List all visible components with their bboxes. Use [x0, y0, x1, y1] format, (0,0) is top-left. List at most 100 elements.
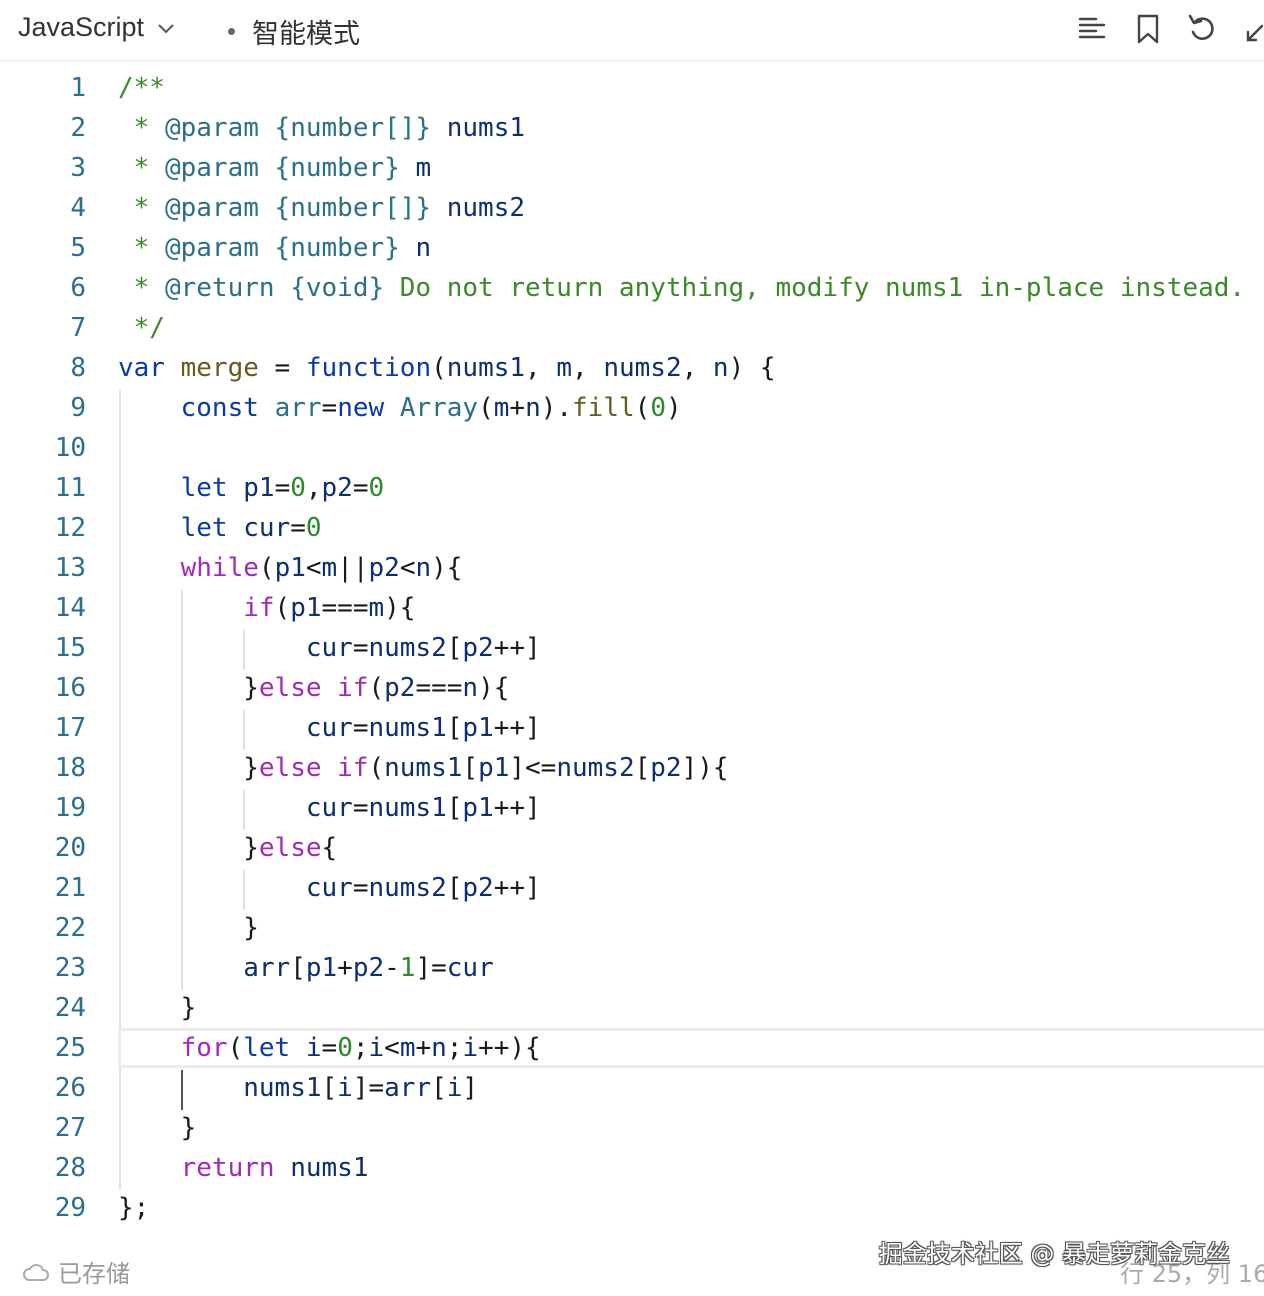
code-token: p1	[290, 593, 322, 623]
code-token: ===	[415, 673, 463, 703]
undo-icon[interactable]	[1186, 12, 1218, 46]
code-token: ]	[525, 713, 541, 743]
code-token: =	[321, 1033, 338, 1063]
code-token: ){	[478, 673, 510, 703]
line-code: while(p1<m||p2<n){	[118, 548, 463, 588]
code-token: ).	[540, 393, 573, 423]
code-token: cur	[446, 953, 494, 983]
code-line[interactable]: 10	[0, 428, 1264, 468]
code-token: =	[431, 953, 447, 983]
code-token: {number}	[274, 153, 400, 183]
code-token: @param	[164, 193, 259, 223]
line-number: 22	[54, 913, 86, 943]
line-code: }	[118, 988, 197, 1028]
code-token: [	[446, 793, 463, 823]
code-line[interactable]: 5 * @param {number} n	[0, 228, 1264, 268]
mode-dot-icon	[228, 28, 235, 35]
code-token: i	[305, 1033, 322, 1063]
code-token: (	[431, 353, 447, 383]
code-line[interactable]: 26 nums1[i]=arr[i]	[0, 1068, 1264, 1108]
code-token: <	[399, 553, 416, 583]
format-icon[interactable]	[1076, 12, 1108, 46]
code-token: <=	[525, 753, 557, 783]
code-line[interactable]: 6 * @return {void} Do not return anythin…	[0, 268, 1264, 308]
code-token: while	[180, 553, 259, 583]
code-line[interactable]: 14 if(p1===m){	[0, 588, 1264, 628]
code-line[interactable]: 12 let cur=0	[0, 508, 1264, 548]
line-code: }else if(nums1[p1]<=nums2[p2]){	[118, 748, 728, 788]
code-token: *	[118, 273, 165, 303]
code-line[interactable]: 28 return nums1	[0, 1148, 1264, 1188]
code-line[interactable]: 25 for(let i=0;i<m+n;i++){	[0, 1028, 1264, 1068]
smart-mode-toggle[interactable]: 智能模式	[228, 12, 360, 51]
code-token: ,	[525, 353, 557, 383]
code-token: @param	[164, 233, 259, 263]
line-number: 2	[70, 113, 86, 143]
line-number: 19	[54, 793, 86, 823]
code-token: [	[462, 753, 479, 783]
language-selector[interactable]: JavaScript	[18, 12, 176, 43]
code-line[interactable]: 23 arr[p1+p2-1]=cur	[0, 948, 1264, 988]
code-token: @return	[164, 273, 275, 303]
code-token: (	[368, 673, 385, 703]
line-number: 1	[70, 73, 86, 103]
expand-icon[interactable]	[1242, 12, 1264, 46]
code-token: *	[118, 153, 165, 183]
line-code: * @param {number} n	[118, 228, 431, 268]
code-token: {void}	[290, 273, 385, 303]
code-line[interactable]: 7 */	[0, 308, 1264, 348]
code-token: else	[258, 833, 322, 863]
code-line[interactable]: 11 let p1=0,p2=0	[0, 468, 1264, 508]
line-code: }else if(p2===n){	[118, 668, 509, 708]
bookmark-icon[interactable]	[1132, 12, 1164, 46]
code-token: p1	[305, 953, 338, 983]
code-token: ) {	[728, 353, 776, 383]
code-line[interactable]: 20 }else{	[0, 828, 1264, 868]
code-line[interactable]: 17 cur=nums1[p1++]	[0, 708, 1264, 748]
code-token: for	[180, 1033, 228, 1063]
line-number: 8	[70, 353, 86, 383]
line-number: 29	[54, 1193, 86, 1223]
code-line[interactable]: 29};	[0, 1188, 1264, 1228]
saved-label: 已存储	[58, 1260, 130, 1288]
code-token: fill	[572, 393, 635, 423]
code-line[interactable]: 24 }	[0, 988, 1264, 1028]
code-token: ++	[478, 1033, 510, 1063]
code-token: <	[305, 553, 322, 583]
code-line[interactable]: 2 * @param {number[]} nums1	[0, 108, 1264, 148]
code-token: nums2	[446, 193, 526, 223]
code-line[interactable]: 15 cur=nums2[p2++]	[0, 628, 1264, 668]
watermark: 掘金技术社区 @ 暴走萝莉金克丝	[878, 1240, 1230, 1268]
code-line[interactable]: 4 * @param {number[]} nums2	[0, 188, 1264, 228]
code-token: nums1	[368, 793, 447, 823]
code-line[interactable]: 22 }	[0, 908, 1264, 948]
code-token: }	[118, 913, 259, 943]
code-token: {number[]}	[274, 193, 432, 223]
code-line[interactable]: 9 const arr=new Array(m+n).fill(0)	[0, 388, 1264, 428]
line-number: 12	[54, 513, 86, 543]
code-line[interactable]: 18 }else if(nums1[p1]<=nums2[p2]){	[0, 748, 1264, 788]
code-line[interactable]: 13 while(p1<m||p2<n){	[0, 548, 1264, 588]
code-line[interactable]: 19 cur=nums1[p1++]	[0, 788, 1264, 828]
line-number: 10	[54, 433, 86, 463]
code-line[interactable]: 3 * @param {number} m	[0, 148, 1264, 188]
code-line[interactable]: 8 var merge = function(nums1, m, nums2, n…	[0, 348, 1264, 388]
code-line[interactable]: 27 }	[0, 1108, 1264, 1148]
code-token: +	[509, 393, 526, 423]
code-line[interactable]: 1 /**	[0, 68, 1264, 108]
code-editor[interactable]: 1/** 2 * @param {number[]} nums1 3 * @para…	[0, 62, 1264, 1223]
code-token: n	[415, 553, 432, 583]
code-token: i	[462, 1033, 479, 1063]
code-token: [	[431, 1073, 447, 1103]
code-line[interactable]: 21 cur=nums2[p2++]	[0, 868, 1264, 908]
code-line[interactable]: 16 }else if(p2===n){	[0, 668, 1264, 708]
